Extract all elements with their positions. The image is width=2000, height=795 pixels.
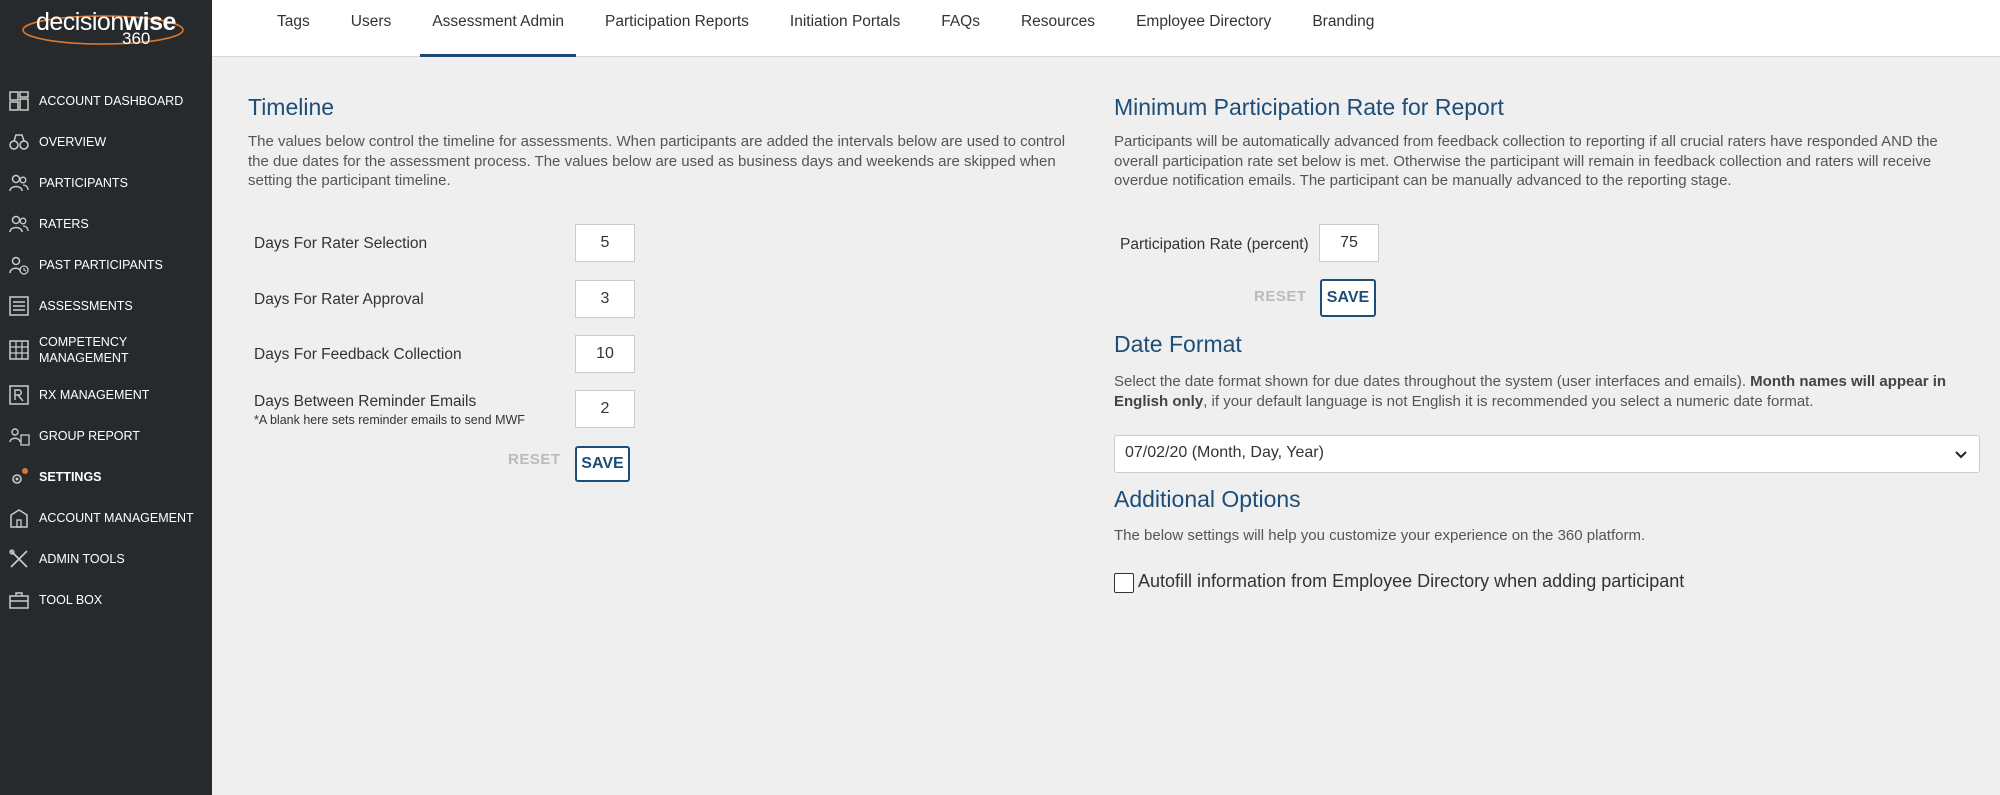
tab-initiation-portals[interactable]: Initiation Portals [778, 0, 912, 57]
top-tabs-bar: Tags Users Assessment Admin Participation R… [212, 0, 2000, 57]
date-format-description: Select the date format shown for due dat… [1114, 373, 1947, 410]
additional-options-description: The below settings will help you customi… [1114, 527, 1646, 544]
logo[interactable]: decisionwise 360 [0, 0, 212, 55]
tab-users[interactable]: Users [339, 0, 403, 57]
sidebar-item-label: TOOL BOX [39, 592, 103, 607]
sidebar-item-account-management[interactable]: ACCOUNT MANAGEMENT [0, 497, 212, 538]
participation-reset-button[interactable]: RESET [1254, 288, 1307, 305]
date-format-select[interactable]: 07/02/20 (Month, Day, Year) [1114, 435, 1980, 473]
timeline-field-label: Days For Rater Selection [254, 235, 428, 252]
sidebar-item-label: SETTINGS [39, 469, 102, 484]
tools-icon [8, 548, 30, 570]
sidebar-item-tool-box[interactable]: TOOL BOX [0, 579, 212, 620]
additional-options-title: Additional Options [1114, 486, 1301, 512]
logo-number: 360 [122, 29, 151, 48]
participation-rate-label: Participation Rate (percent) [1120, 236, 1309, 253]
sidebar-item-raters[interactable]: RATERS [0, 203, 212, 244]
participation-section: Minimum Participation Rate for Report Pa… [1114, 94, 1980, 191]
sidebar-item-label: PAST PARTICIPANTS [39, 257, 163, 272]
autofill-checkbox-label[interactable]: Autofill information from Employee Direc… [1138, 571, 1684, 592]
sidebar-item-group-report[interactable]: GROUP REPORT [0, 415, 212, 456]
timeline-description: The values below control the timeline fo… [248, 133, 1066, 189]
timeline-field-hint: *A blank here sets reminder emails to se… [254, 413, 525, 427]
autofill-checkbox[interactable] [1114, 573, 1134, 593]
people-icon [8, 213, 30, 235]
date-format-title: Date Format [1114, 331, 1242, 357]
sidebar-item-rx-management[interactable]: RX MANAGEMENT [0, 374, 212, 415]
sidebar-item-label: RX MANAGEMENT [39, 387, 150, 402]
group-report-icon [8, 425, 30, 447]
people-icon [8, 172, 30, 194]
timeline-row-label: Days For Feedback Collection [254, 346, 462, 364]
timeline-save-button[interactable]: SAVE [575, 446, 630, 482]
participation-save-button[interactable]: SAVE [1320, 279, 1376, 317]
gear-icon [8, 466, 30, 488]
dashboard-icon [8, 90, 30, 112]
timeline-value-input[interactable] [575, 224, 635, 262]
chevron-down-icon [1955, 451, 1967, 459]
logo-wordmark: decisionwise [36, 8, 176, 36]
tab-tags[interactable]: Tags [265, 0, 322, 57]
rx-icon [8, 384, 30, 406]
sidebar-item-admin-tools[interactable]: ADMIN TOOLS [0, 538, 212, 579]
participation-title: Minimum Participation Rate for Report [1114, 94, 1504, 120]
sidebar-item-account-dashboard[interactable]: ACCOUNT DASHBOARD [0, 80, 212, 121]
binoculars-icon [8, 131, 30, 153]
timeline-field-label: Days For Rater Approval [254, 291, 424, 308]
sidebar-item-label: GROUP REPORT [39, 428, 140, 443]
sidebar-item-label: ASSESSMENTS [39, 298, 133, 313]
sidebar-item-label: ACCOUNT DASHBOARD [39, 93, 184, 108]
sidebar-item-competency-management[interactable]: COMPETENCY MANAGEMENT [0, 326, 212, 374]
sidebar-item-assessments[interactable]: ASSESSMENTS [0, 285, 212, 326]
sidebar-item-label: ACCOUNT MANAGEMENT [39, 510, 194, 525]
sidebar-item-overview[interactable]: OVERVIEW [0, 121, 212, 162]
sidebar-item-past-participants[interactable]: PAST PARTICIPANTS [0, 244, 212, 285]
sidebar-item-settings[interactable]: SETTINGS [0, 456, 212, 497]
timeline-value-input[interactable] [575, 335, 635, 373]
sidebar-item-participants[interactable]: PARTICIPANTS [0, 162, 212, 203]
timeline-title: Timeline [248, 94, 335, 120]
org-icon [8, 507, 30, 529]
sidebar-item-label: RATERS [39, 216, 89, 231]
timeline-row-label: Days For Rater Approval [254, 291, 424, 309]
timeline-value-input[interactable] [575, 390, 635, 428]
sidebar-item-label: OVERVIEW [39, 134, 107, 149]
tabs: Tags Users Assessment Admin Participation R… [265, 0, 1403, 57]
sidebar: decisionwise 360 ACCOUNT DASHBOARD OVERVI… [0, 0, 212, 795]
tab-faqs[interactable]: FAQs [929, 0, 992, 57]
tab-employee-directory[interactable]: Employee Directory [1124, 0, 1283, 57]
list-icon [8, 295, 30, 317]
timeline-section: Timeline The values below control the ti… [248, 94, 1088, 191]
participation-rate-input[interactable] [1319, 224, 1379, 262]
timeline-row-label: Days Between Reminder Emails *A blank her… [254, 393, 525, 427]
tab-participation-reports[interactable]: Participation Reports [593, 0, 761, 57]
participation-description: Participants will be automatically advan… [1114, 133, 1938, 189]
sidebar-item-label: ADMIN TOOLS [39, 551, 125, 566]
timeline-reset-button[interactable]: RESET [508, 451, 561, 468]
timeline-value-input[interactable] [575, 280, 635, 318]
tab-branding[interactable]: Branding [1300, 0, 1386, 57]
sidebar-nav: ACCOUNT DASHBOARD OVERVIEW PARTICIPANTS RAT… [0, 80, 212, 620]
toolbox-icon [8, 589, 30, 611]
sidebar-item-label: COMPETENCY MANAGEMENT [39, 335, 129, 365]
timeline-row-label: Days For Rater Selection [254, 235, 427, 253]
tab-assessment-admin[interactable]: Assessment Admin [420, 0, 576, 57]
people-history-icon [8, 254, 30, 276]
date-format-selected: 07/02/20 (Month, Day, Year) [1125, 444, 1324, 461]
sidebar-item-label: PARTICIPANTS [39, 175, 128, 190]
timeline-field-label: Days For Feedback Collection [254, 346, 462, 363]
grid-icon [8, 339, 30, 361]
timeline-field-label: Days Between Reminder Emails [254, 393, 477, 410]
tab-resources[interactable]: Resources [1009, 0, 1107, 57]
